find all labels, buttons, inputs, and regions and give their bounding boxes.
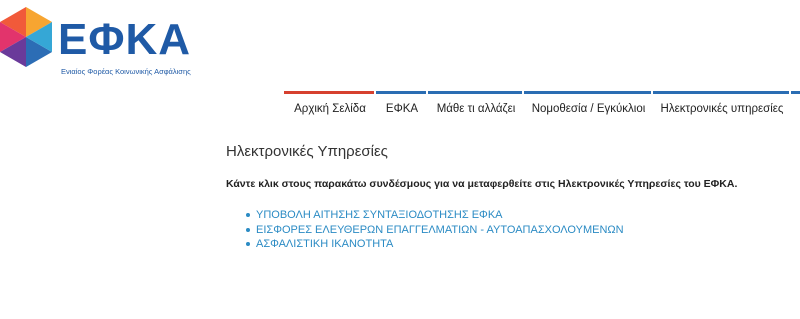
nav-indicator: [524, 91, 651, 94]
logo-tagline: Ενιαίος Φορέας Κοινωνικής Ασφάλισης: [61, 67, 191, 76]
logo-wordmark: ΕΦΚΑ: [58, 15, 192, 64]
page-title: Ηλεκτρονικές Υπηρεσίες: [226, 143, 388, 160]
link-insurance-eligibility[interactable]: ΑΣΦΑΛΙΣΤΙΚΗ ΙΚΑΝΟΤΗΤΑ: [246, 237, 624, 252]
link-pension-application[interactable]: ΥΠΟΒΟΛΗ ΑΙΤΗΣΗΣ ΣΥΝΤΑΞΙΟΔΟΤΗΣΗΣ ΕΦΚΑ: [246, 208, 624, 223]
link-freelancer-contributions[interactable]: ΕΙΣΦΟΡΕΣ ΕΛΕΥΘΕΡΩΝ ΕΠΑΓΓΕΛΜΑΤΙΩΝ - ΑΥΤΟΑ…: [246, 223, 624, 238]
nav-item-what-changes[interactable]: Μάθε τι αλλάζει: [428, 91, 524, 131]
nav-item-label: ΕΦΚΑ: [385, 103, 419, 115]
intro-text: Κάντε κλικ στους παρακάτω συνδέσμους για…: [226, 178, 738, 190]
nav-indicator: [428, 91, 522, 94]
efka-logo[interactable]: ΕΦΚΑ Ενιαίος Φορέας Κοινωνικής Ασφάλισης: [0, 4, 200, 76]
services-link-list: ΥΠΟΒΟΛΗ ΑΙΤΗΣΗΣ ΣΥΝΤΑΞΙΟΔΟΤΗΣΗΣ ΕΦΚΑ ΕΙΣ…: [246, 208, 624, 252]
nav-active-indicator: [284, 91, 374, 94]
nav-item-label: Νομοθεσία / Εγκύκλιοι: [531, 103, 646, 115]
nav-overflow-indicator: [791, 91, 800, 94]
nav-indicator: [376, 91, 426, 94]
nav-item-label: Ηλεκτρονικές υπηρεσίες: [660, 103, 784, 115]
main-navigation: Αρχική Σελίδα ΕΦΚΑ Μάθε τι αλλάζει Νομοθ…: [284, 91, 791, 131]
nav-item-efka[interactable]: ΕΦΚΑ: [376, 91, 428, 131]
nav-indicator: [653, 91, 789, 94]
nav-item-e-services[interactable]: Ηλεκτρονικές υπηρεσίες: [653, 91, 791, 131]
nav-item-home[interactable]: Αρχική Σελίδα: [284, 91, 376, 131]
nav-item-label: Αρχική Σελίδα: [294, 103, 366, 115]
nav-item-label: Μάθε τι αλλάζει: [436, 103, 516, 115]
nav-item-legislation[interactable]: Νομοθεσία / Εγκύκλιοι: [524, 91, 653, 131]
hexagon-logo-icon: [0, 7, 52, 67]
